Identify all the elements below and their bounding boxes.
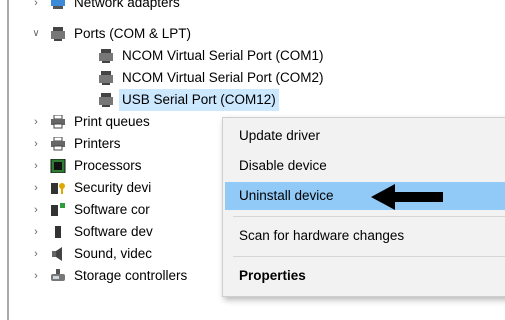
tree-item-label: Security devi <box>74 180 152 195</box>
context-menu: Update driver Disable device Uninstall d… <box>222 117 505 297</box>
tree-item-processors[interactable]: › Processors <box>0 155 222 177</box>
tree-item-ncom-com1[interactable]: NCOM Virtual Serial Port (COM1) <box>0 45 360 67</box>
chevron-right-icon[interactable]: › <box>30 111 42 133</box>
tree-item-label: Software dev <box>74 224 153 239</box>
tree-item-label: Print queues <box>74 114 150 129</box>
menu-item-disable-device[interactable]: Disable device <box>225 152 505 180</box>
menu-item-uninstall-device[interactable]: Uninstall device <box>225 182 505 210</box>
storage-controller-icon <box>51 269 65 281</box>
tree-item-print-queues[interactable]: › Print queues <box>0 111 222 133</box>
tree-item-software-components[interactable]: › Software cor <box>0 199 222 221</box>
menu-separator <box>233 216 505 217</box>
software-component-icon <box>51 203 65 216</box>
chevron-right-icon[interactable]: › <box>30 133 42 155</box>
chevron-right-icon[interactable]: › <box>30 243 42 265</box>
port-connector-icon <box>99 93 113 107</box>
chevron-right-icon[interactable]: › <box>30 265 42 287</box>
port-connector-icon <box>51 27 65 41</box>
processor-icon <box>50 159 66 173</box>
chevron-down-icon[interactable]: ∨ <box>30 23 42 45</box>
tree-item-label: Ports (COM & LPT) <box>74 26 192 41</box>
tree-item-ncom-com2[interactable]: NCOM Virtual Serial Port (COM2) <box>0 67 360 89</box>
tree-item-label: Printers <box>74 136 121 151</box>
port-connector-icon <box>99 71 113 85</box>
chevron-right-icon[interactable]: › <box>30 155 42 177</box>
tree-item-label: Network adapters <box>74 0 180 10</box>
tree-item-label: NCOM Virtual Serial Port (COM2) <box>122 70 324 85</box>
printer-icon <box>51 137 65 151</box>
tree-item-label: Storage controllers <box>74 268 188 283</box>
menu-item-properties[interactable]: Properties <box>225 262 505 290</box>
chevron-right-icon[interactable]: › <box>30 0 42 14</box>
tree-item-sound-video[interactable]: › Sound, videc <box>0 243 222 265</box>
tree-item-label-selected: USB Serial Port (COM12) <box>119 89 279 111</box>
network-adapter-icon <box>51 0 65 9</box>
chevron-right-icon[interactable]: › <box>30 199 42 221</box>
tree-item-printers[interactable]: › Printers <box>0 133 222 155</box>
menu-separator <box>233 256 505 257</box>
tree-item-network-adapters[interactable]: › Network adapters <box>0 0 230 14</box>
tree-item-software-devices[interactable]: › Software dev <box>0 221 222 243</box>
software-device-icon <box>55 226 61 238</box>
chevron-right-icon[interactable]: › <box>30 221 42 243</box>
security-device-icon <box>51 183 65 194</box>
menu-item-update-driver[interactable]: Update driver <box>225 122 505 150</box>
tree-item-usb-serial-port[interactable]: USB Serial Port (COM12) <box>0 89 320 111</box>
tree-item-label: Sound, videc <box>74 246 153 261</box>
tree-item-label: Processors <box>74 158 142 173</box>
tree-item-label: Software cor <box>74 202 150 217</box>
tree-item-security-devices[interactable]: › Security devi <box>0 177 222 199</box>
chevron-right-icon[interactable]: › <box>30 177 42 199</box>
tree-item-ports[interactable]: ∨ Ports (COM & LPT) <box>0 23 250 45</box>
tree-item-label: NCOM Virtual Serial Port (COM1) <box>122 48 324 63</box>
port-connector-icon <box>99 49 113 63</box>
speaker-icon <box>52 247 62 261</box>
menu-item-scan-hardware[interactable]: Scan for hardware changes <box>225 222 505 250</box>
annotation-arrow-icon <box>371 184 443 210</box>
printer-icon <box>51 115 65 129</box>
